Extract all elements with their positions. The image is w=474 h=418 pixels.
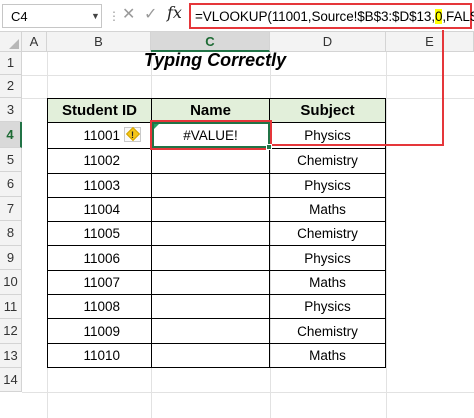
chevron-down-icon[interactable]: ▼ xyxy=(91,11,100,21)
cell-name[interactable] xyxy=(151,245,270,271)
cell-student-id[interactable]: 11007 xyxy=(47,269,152,296)
annotation-connector-horizontal xyxy=(272,144,444,146)
cell-subject[interactable]: Physics xyxy=(269,245,386,271)
row-header-9[interactable]: 9 xyxy=(0,246,22,270)
table-row: 11007 Maths xyxy=(47,269,386,296)
row-header-6[interactable]: 6 xyxy=(0,172,22,197)
table-row: 11010 Maths xyxy=(47,342,386,368)
row-header-5[interactable]: 5 xyxy=(0,148,22,172)
warning-mark: ! xyxy=(131,130,134,141)
column-header-c[interactable]: C xyxy=(151,32,270,52)
table-row: 11003 Physics xyxy=(47,172,386,198)
student-table: Student ID Name Subject 11001! #VALUE! P… xyxy=(47,97,386,368)
cell-student-id[interactable]: 11010 xyxy=(47,342,152,368)
cell-subject[interactable]: Maths xyxy=(269,269,386,296)
row-header-11[interactable]: 11 xyxy=(0,295,22,319)
column-header-b[interactable]: B xyxy=(47,32,151,52)
insert-function-icon[interactable]: fx xyxy=(167,3,182,22)
cell-name[interactable] xyxy=(151,148,270,174)
cell-student-id[interactable]: 11004 xyxy=(47,196,152,223)
cell-student-id[interactable]: 11002 xyxy=(47,148,152,174)
cell-subject[interactable]: Maths xyxy=(269,196,386,223)
cell-name-selected[interactable]: #VALUE! xyxy=(151,122,270,150)
cell-subject[interactable]: Physics xyxy=(269,172,386,198)
drag-handle-icon[interactable]: ⋮ xyxy=(108,10,120,22)
table-row: 11002 Chemistry xyxy=(47,148,386,174)
row-header-2[interactable]: 2 xyxy=(0,75,22,98)
gridline xyxy=(386,52,387,418)
gridline xyxy=(22,392,474,393)
select-all-corner[interactable] xyxy=(0,32,22,52)
cell-student-id[interactable]: 11005 xyxy=(47,221,152,247)
cell-student-id[interactable]: 11003 xyxy=(47,172,152,198)
cell-subject[interactable]: Maths xyxy=(269,342,386,368)
cell-student-id[interactable]: 11009 xyxy=(47,318,152,344)
formula-text: =VLOOKUP(11001,Source!$B$3:$D$13,0,FALSE… xyxy=(195,9,474,24)
cell-name[interactable] xyxy=(151,196,270,223)
sheet-title: Typing Correctly xyxy=(143,50,287,70)
name-box-value: C4 xyxy=(11,9,28,24)
column-header-e[interactable]: E xyxy=(386,32,474,52)
header-student-id[interactable]: Student ID xyxy=(47,97,152,124)
row-header-12[interactable]: 12 xyxy=(0,319,22,344)
row-header-10[interactable]: 10 xyxy=(0,270,22,295)
cell-student-id[interactable]: 11001! xyxy=(47,122,152,150)
cell-text: #VALUE! xyxy=(183,128,238,144)
formula-input[interactable]: =VLOOKUP(11001,Source!$B$3:$D$13,0,FALSE… xyxy=(189,3,474,29)
error-warning-icon[interactable]: ! xyxy=(124,127,141,143)
table-row: 11009 Chemistry xyxy=(47,318,386,344)
table-row: 11006 Physics xyxy=(47,245,386,271)
table-row: 11008 Physics xyxy=(47,294,386,320)
cell-text: 11001 xyxy=(83,128,120,144)
cell-name[interactable] xyxy=(151,294,270,320)
cell-name[interactable] xyxy=(151,172,270,198)
row-header-13[interactable]: 13 xyxy=(0,344,22,368)
cancel-icon[interactable]: ✕ xyxy=(122,4,135,24)
column-header-d[interactable]: D xyxy=(270,32,386,52)
cell-subject[interactable]: Chemistry xyxy=(269,318,386,344)
enter-icon[interactable]: ✓ xyxy=(144,4,157,24)
error-triangle-icon xyxy=(153,124,159,131)
table-row: 11004 Maths xyxy=(47,196,386,223)
row-header-3[interactable]: 3 xyxy=(0,98,22,122)
cell-name[interactable] xyxy=(151,221,270,247)
formula-prefix: =VLOOKUP(11001,Source!$B$3:$D$13, xyxy=(195,9,435,24)
header-name[interactable]: Name xyxy=(151,97,270,124)
row-header-14[interactable]: 14 xyxy=(0,368,22,392)
formula-bar: C4 ▼ ⋮ ✕ ✓ fx =VLOOKUP(11001,Source!$B$3… xyxy=(0,0,474,32)
cell-subject[interactable]: Chemistry xyxy=(269,148,386,174)
cell-name[interactable] xyxy=(151,318,270,344)
table-header-row: Student ID Name Subject xyxy=(47,97,386,124)
table-row: 11005 Chemistry xyxy=(47,221,386,247)
row-header-1[interactable]: 1 xyxy=(0,52,22,75)
cell-student-id[interactable]: 11008 xyxy=(47,294,152,320)
gridline xyxy=(22,75,474,76)
formula-suffix: ,FALSE) xyxy=(442,9,474,24)
row-header-7[interactable]: 7 xyxy=(0,197,22,221)
cell-name[interactable] xyxy=(151,342,270,368)
cell-subject[interactable]: Physics xyxy=(269,294,386,320)
name-box[interactable]: C4 ▼ xyxy=(2,4,102,28)
cell-subject[interactable]: Chemistry xyxy=(269,221,386,247)
cell-name[interactable] xyxy=(151,269,270,296)
row-header-8[interactable]: 8 xyxy=(0,221,22,246)
annotation-connector-vertical xyxy=(442,30,444,146)
header-subject[interactable]: Subject xyxy=(269,97,386,124)
column-header-a[interactable]: A xyxy=(22,32,47,52)
row-header-4[interactable]: 4 xyxy=(0,122,22,148)
cell-student-id[interactable]: 11006 xyxy=(47,245,152,271)
